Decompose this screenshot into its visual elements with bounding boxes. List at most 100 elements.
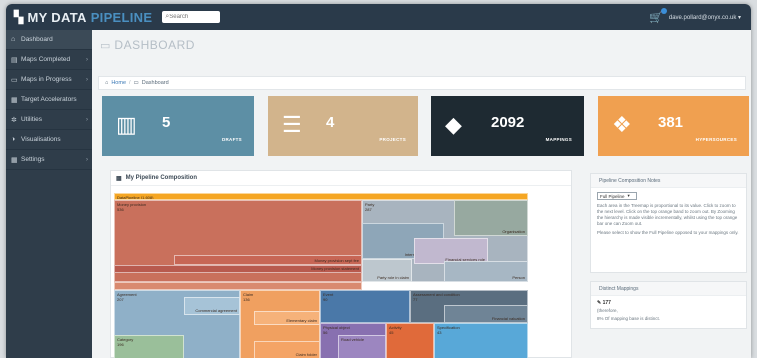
treemap-cell[interactable]: Financial valuation [444,305,528,323]
tile-value: 381 [658,114,684,131]
treemap-cell[interactable]: Money provision statement [114,265,362,273]
logo-icon: ▚ [14,10,24,24]
panel-header: ▦ My Pipeline Composition [111,171,571,186]
tile-label: MAPPINGS [545,137,572,142]
treemap-cell[interactable]: DataPipeline (1,608) [114,193,528,200]
treemap-cell-label: Event 90 [323,292,334,302]
pipeline-treemap[interactable]: DataPipeline (1,608) Money provision 536 M… [114,193,528,358]
chevron-right-icon: › [86,116,88,123]
distinct-mappings-panel: Distinct Mappings ✎ 177 (therefore, 8% O… [590,281,747,329]
chart-icon: ▦ [116,175,122,182]
treemap-cell-label: Person [512,275,525,280]
grid-icon: ▦ [11,156,18,164]
search-input[interactable] [169,14,218,20]
treemap-cell[interactable]: Event 90 [320,290,410,323]
pie-icon: ◑ [11,136,16,143]
grid-icon: ▦ [11,96,18,104]
sidebar-item-label: Maps Completed [21,56,71,63]
tile-label: PROJECTS [379,137,406,142]
treemap-cell[interactable]: Road vehicle [338,335,386,358]
treemap-cell-label: Party 287 [365,202,375,212]
sidebar-item-label: Dashboard [21,36,53,43]
breadcrumb: ⌂ Home / ▭ Dashboard [98,76,746,90]
treemap-cell[interactable]: Claim folder [254,341,320,358]
breadcrumb-current: Dashboard [141,80,169,86]
treemap-cell[interactable]: Category 196 [114,335,184,358]
mappings-tile[interactable]: ◆ 2092 MAPPINGS [431,96,584,156]
treemap-cell-label: Category 196 [117,337,134,347]
cart-icon: 🛒 [649,11,663,24]
pipeline-select-value: Full Pipeline [600,193,625,199]
app-window: ▚ MY DATA PIPELINE ⌕ 🛒 dave.pollard@onyx… [6,4,751,358]
sidebar-item-label: Maps in Progress [21,76,72,83]
chevron-right-icon: › [86,76,88,83]
treemap-cell[interactable]: Activity 45 [386,323,434,358]
sidebar-item-label: Settings [21,156,45,163]
treemap-cell[interactable]: Money provision sept fee [174,255,362,265]
top-navbar: ▚ MY DATA PIPELINE ⌕ 🛒 dave.pollard@onyx… [6,4,751,30]
treemap-cell-label: Party role in claim [377,275,409,280]
tag-icon: ✎ [597,300,602,306]
sidebar-item-settings[interactable]: ▦ Settings › [6,150,92,170]
distinct-title: Distinct Mappings [591,282,746,296]
sidebar-item-maps-completed[interactable]: ▤ Maps Completed › [6,50,92,70]
distinct-text-2: 8% Of mapping base is distinct. [597,316,661,321]
treemap-cell-label: Agreement 207 [117,292,137,302]
tile-label: DRAFTS [221,137,242,142]
search-box[interactable]: ⌕ [162,11,221,23]
sidebar-item-utilities[interactable]: ✲ Utilities › [6,110,92,130]
sidebar-item-label: Target Accelerators [21,96,77,103]
notes-title: Pipeline Composition Notes [591,174,746,188]
treemap-cell-label: Physical object 56 [323,325,350,335]
treemap-cell-label: Financial valuation [491,316,525,321]
chevron-right-icon: › [86,56,88,63]
treemap-cell-label: Organisation [502,229,525,234]
treemap-cell[interactable]: Commercial agreement [184,297,240,315]
user-menu[interactable]: dave.pollard@onyx.co.uk ▾ [669,14,741,21]
breadcrumb-separator: / [129,80,131,86]
notes-text-1: Each area in the Treemap is proportional… [597,203,738,226]
hypersources-tile[interactable]: ❖ 381 HYPERSOURCES [598,96,749,156]
treemap-cell[interactable]: Party role in claim [362,259,412,282]
sidebar: ⌂ Dashboard ▤ Maps Completed › ▭ Maps in… [6,30,92,358]
treemap-cell-label: Assessment and condition 77 [413,292,460,302]
treemap-cell-label: Claim folder [295,352,317,357]
sidebar-item-visualisations[interactable]: ◑ Visualisations [6,130,92,150]
cubes-icon: ❖ [612,112,632,137]
sidebar-item-maps-in-progress[interactable]: ▭ Maps in Progress › [6,70,92,90]
distinct-count: 177 [602,300,611,306]
distinct-text-1: (therefore, [597,308,618,313]
treemap-cell[interactable]: Specification 43 [434,323,528,358]
breadcrumb-home-link[interactable]: Home [111,80,126,86]
list-icon: ▤ [11,56,18,64]
pipeline-composition-panel: ▦ My Pipeline Composition DataPipeline (… [110,170,572,358]
treemap-cell-label: Commercial agreement [195,308,237,313]
chevron-down-icon: ▾ [627,193,630,198]
panel-title: My Pipeline Composition [125,175,198,181]
sidebar-item-target-accelerators[interactable]: ▦ Target Accelerators [6,90,92,110]
server-icon: ☰ [282,112,302,137]
projects-tile[interactable]: ☰ 4 PROJECTS [268,96,418,156]
treemap-cell[interactable]: Person [444,261,528,282]
home-icon: ⌂ [105,80,109,86]
main-content: ▭ DASHBOARD ⌂ Home / ▭ Dashboard ▥ 5 DRA… [92,30,751,358]
treemap-cell-label: Claim 136 [243,292,254,302]
treemap-cell-label: Elementary claim [286,318,317,323]
pipeline-select[interactable]: Full Pipeline ▾ [597,192,637,200]
monitor-icon: ▭ [133,80,139,86]
tile-value: 4 [326,114,335,131]
treemap-cell-label: Money provision 536 [117,202,147,212]
notification-button[interactable]: 🛒 [649,7,667,24]
treemap-cell-label: Money provision sept fee [314,258,359,263]
treemap-cell[interactable]: Elementary claim [254,311,320,325]
distinct-value: ✎ 177 [597,300,746,306]
chevron-right-icon: › [86,156,88,163]
sidebar-item-label: Visualisations [21,136,61,143]
brand-right: PIPELINE [90,9,153,25]
treemap-cell[interactable]: Organisation [454,200,528,236]
top-right-actions: 🛒 dave.pollard@onyx.co.uk ▾ [649,4,741,30]
sidebar-item-dashboard[interactable]: ⌂ Dashboard [6,30,92,50]
treemap-cell[interactable] [114,282,362,290]
drafts-tile[interactable]: ▥ 5 DRAFTS [102,96,254,156]
brand-logo[interactable]: ▚ MY DATA PIPELINE [14,10,152,25]
